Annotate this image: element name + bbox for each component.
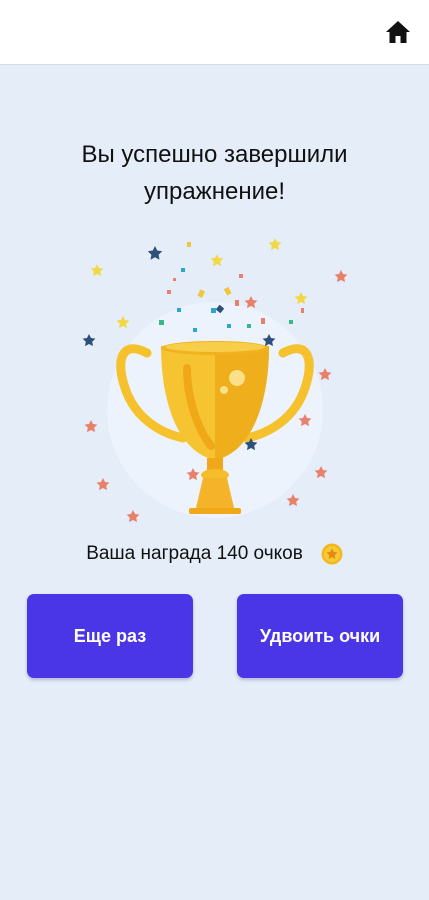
home-button[interactable] xyxy=(383,17,413,47)
title-line-2: упражнение! xyxy=(143,178,286,205)
reward-row: Ваша награда 140 очков xyxy=(0,538,429,570)
coin-star-icon xyxy=(321,543,343,565)
page-title: Вы успешно завершили упражнение! xyxy=(20,136,409,210)
try-again-label: Еще раз xyxy=(73,625,147,646)
trophy-illustration xyxy=(75,228,355,528)
reward-text: Ваша награда 140 очков xyxy=(86,543,303,564)
home-icon xyxy=(386,21,410,43)
double-points-button[interactable]: Удвоить очки xyxy=(237,594,403,678)
title-line-1: Вы успешно завершили xyxy=(81,141,348,168)
top-bar xyxy=(0,0,429,65)
try-again-button[interactable]: Еще раз xyxy=(27,594,193,678)
double-points-label: Удвоить очки xyxy=(259,625,381,646)
